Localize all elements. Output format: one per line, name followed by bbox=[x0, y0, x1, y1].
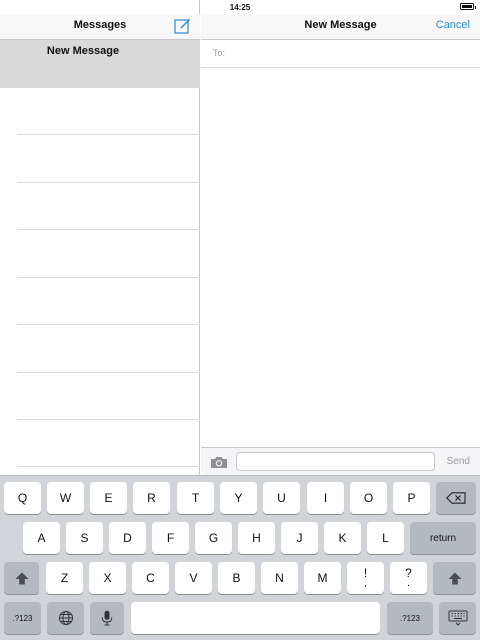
key-m[interactable]: M bbox=[304, 562, 341, 594]
backspace-icon bbox=[446, 492, 466, 504]
key-c[interactable]: C bbox=[132, 562, 169, 594]
key-a[interactable]: A bbox=[23, 522, 60, 554]
key-l[interactable]: L bbox=[367, 522, 404, 554]
list-separator bbox=[17, 277, 200, 278]
key-d[interactable]: D bbox=[109, 522, 146, 554]
backspace-key[interactable] bbox=[436, 482, 476, 514]
key-p[interactable]: P bbox=[393, 482, 430, 514]
key-g[interactable]: G bbox=[195, 522, 232, 554]
key-exclaim-comma[interactable]: ! , bbox=[347, 562, 384, 594]
numbers-key-left[interactable]: .?123 bbox=[4, 602, 41, 634]
compose-bar: Send bbox=[201, 447, 480, 475]
recipient-row: To: bbox=[201, 40, 480, 68]
list-separator bbox=[17, 419, 200, 420]
space-bar[interactable] bbox=[131, 602, 380, 634]
key-u[interactable]: U bbox=[263, 482, 300, 514]
globe-key[interactable] bbox=[47, 602, 84, 634]
key-z[interactable]: Z bbox=[46, 562, 83, 594]
key-comma-label: , bbox=[364, 578, 367, 589]
key-h[interactable]: H bbox=[238, 522, 275, 554]
to-label: To: bbox=[213, 48, 226, 58]
shift-key-left[interactable] bbox=[4, 562, 39, 594]
battery-icon bbox=[460, 3, 476, 10]
key-j[interactable]: J bbox=[281, 522, 318, 554]
microphone-icon bbox=[101, 610, 113, 626]
camera-icon[interactable] bbox=[210, 455, 228, 469]
key-question-period[interactable]: ? . bbox=[390, 562, 427, 594]
list-separator bbox=[17, 134, 200, 135]
key-y[interactable]: Y bbox=[220, 482, 257, 514]
key-period-label: . bbox=[407, 578, 410, 589]
key-s[interactable]: S bbox=[66, 522, 103, 554]
compose-icon[interactable] bbox=[173, 17, 191, 35]
conversation-label: New Message bbox=[46, 45, 120, 57]
key-f[interactable]: F bbox=[152, 522, 189, 554]
key-x[interactable]: X bbox=[89, 562, 126, 594]
dictation-key[interactable] bbox=[90, 602, 124, 634]
shift-icon bbox=[448, 572, 461, 584]
list-separator bbox=[17, 182, 200, 183]
list-separator bbox=[17, 466, 200, 467]
list-separator bbox=[17, 324, 200, 325]
shift-key-right[interactable] bbox=[433, 562, 476, 594]
key-q[interactable]: Q bbox=[4, 482, 41, 514]
key-b[interactable]: B bbox=[218, 562, 255, 594]
numbers-key-right[interactable]: .?123 bbox=[387, 602, 433, 634]
key-k[interactable]: K bbox=[324, 522, 361, 554]
key-w[interactable]: W bbox=[47, 482, 84, 514]
key-e[interactable]: E bbox=[90, 482, 127, 514]
list-separator bbox=[17, 372, 200, 373]
key-o[interactable]: O bbox=[350, 482, 387, 514]
key-i[interactable]: I bbox=[307, 482, 344, 514]
key-n[interactable]: N bbox=[261, 562, 298, 594]
send-button[interactable]: Send bbox=[447, 456, 470, 467]
cancel-button[interactable]: Cancel bbox=[436, 19, 470, 31]
key-t[interactable]: T bbox=[177, 482, 214, 514]
conversation-list-pane: Messages New Message bbox=[0, 0, 200, 475]
shift-icon bbox=[15, 572, 28, 584]
status-time: 14:25 bbox=[229, 2, 251, 12]
conversation-item-new-message[interactable]: New Message bbox=[0, 40, 200, 88]
key-r[interactable]: R bbox=[133, 482, 170, 514]
keyboard-hide-icon bbox=[448, 610, 467, 626]
globe-icon bbox=[58, 611, 73, 625]
key-v[interactable]: V bbox=[175, 562, 212, 594]
hide-keyboard-key[interactable] bbox=[439, 602, 476, 634]
recipient-input[interactable] bbox=[231, 46, 471, 62]
keyboard: Q W E R T Y U I O P A S D F G H J K L re… bbox=[0, 475, 480, 640]
return-key[interactable]: return bbox=[410, 522, 476, 554]
message-text-field[interactable] bbox=[236, 452, 435, 471]
sidebar-header: Messages bbox=[0, 14, 200, 40]
list-separator bbox=[17, 229, 200, 230]
message-header: New Message Cancel bbox=[201, 14, 480, 40]
sidebar-title: Messages bbox=[73, 19, 127, 31]
